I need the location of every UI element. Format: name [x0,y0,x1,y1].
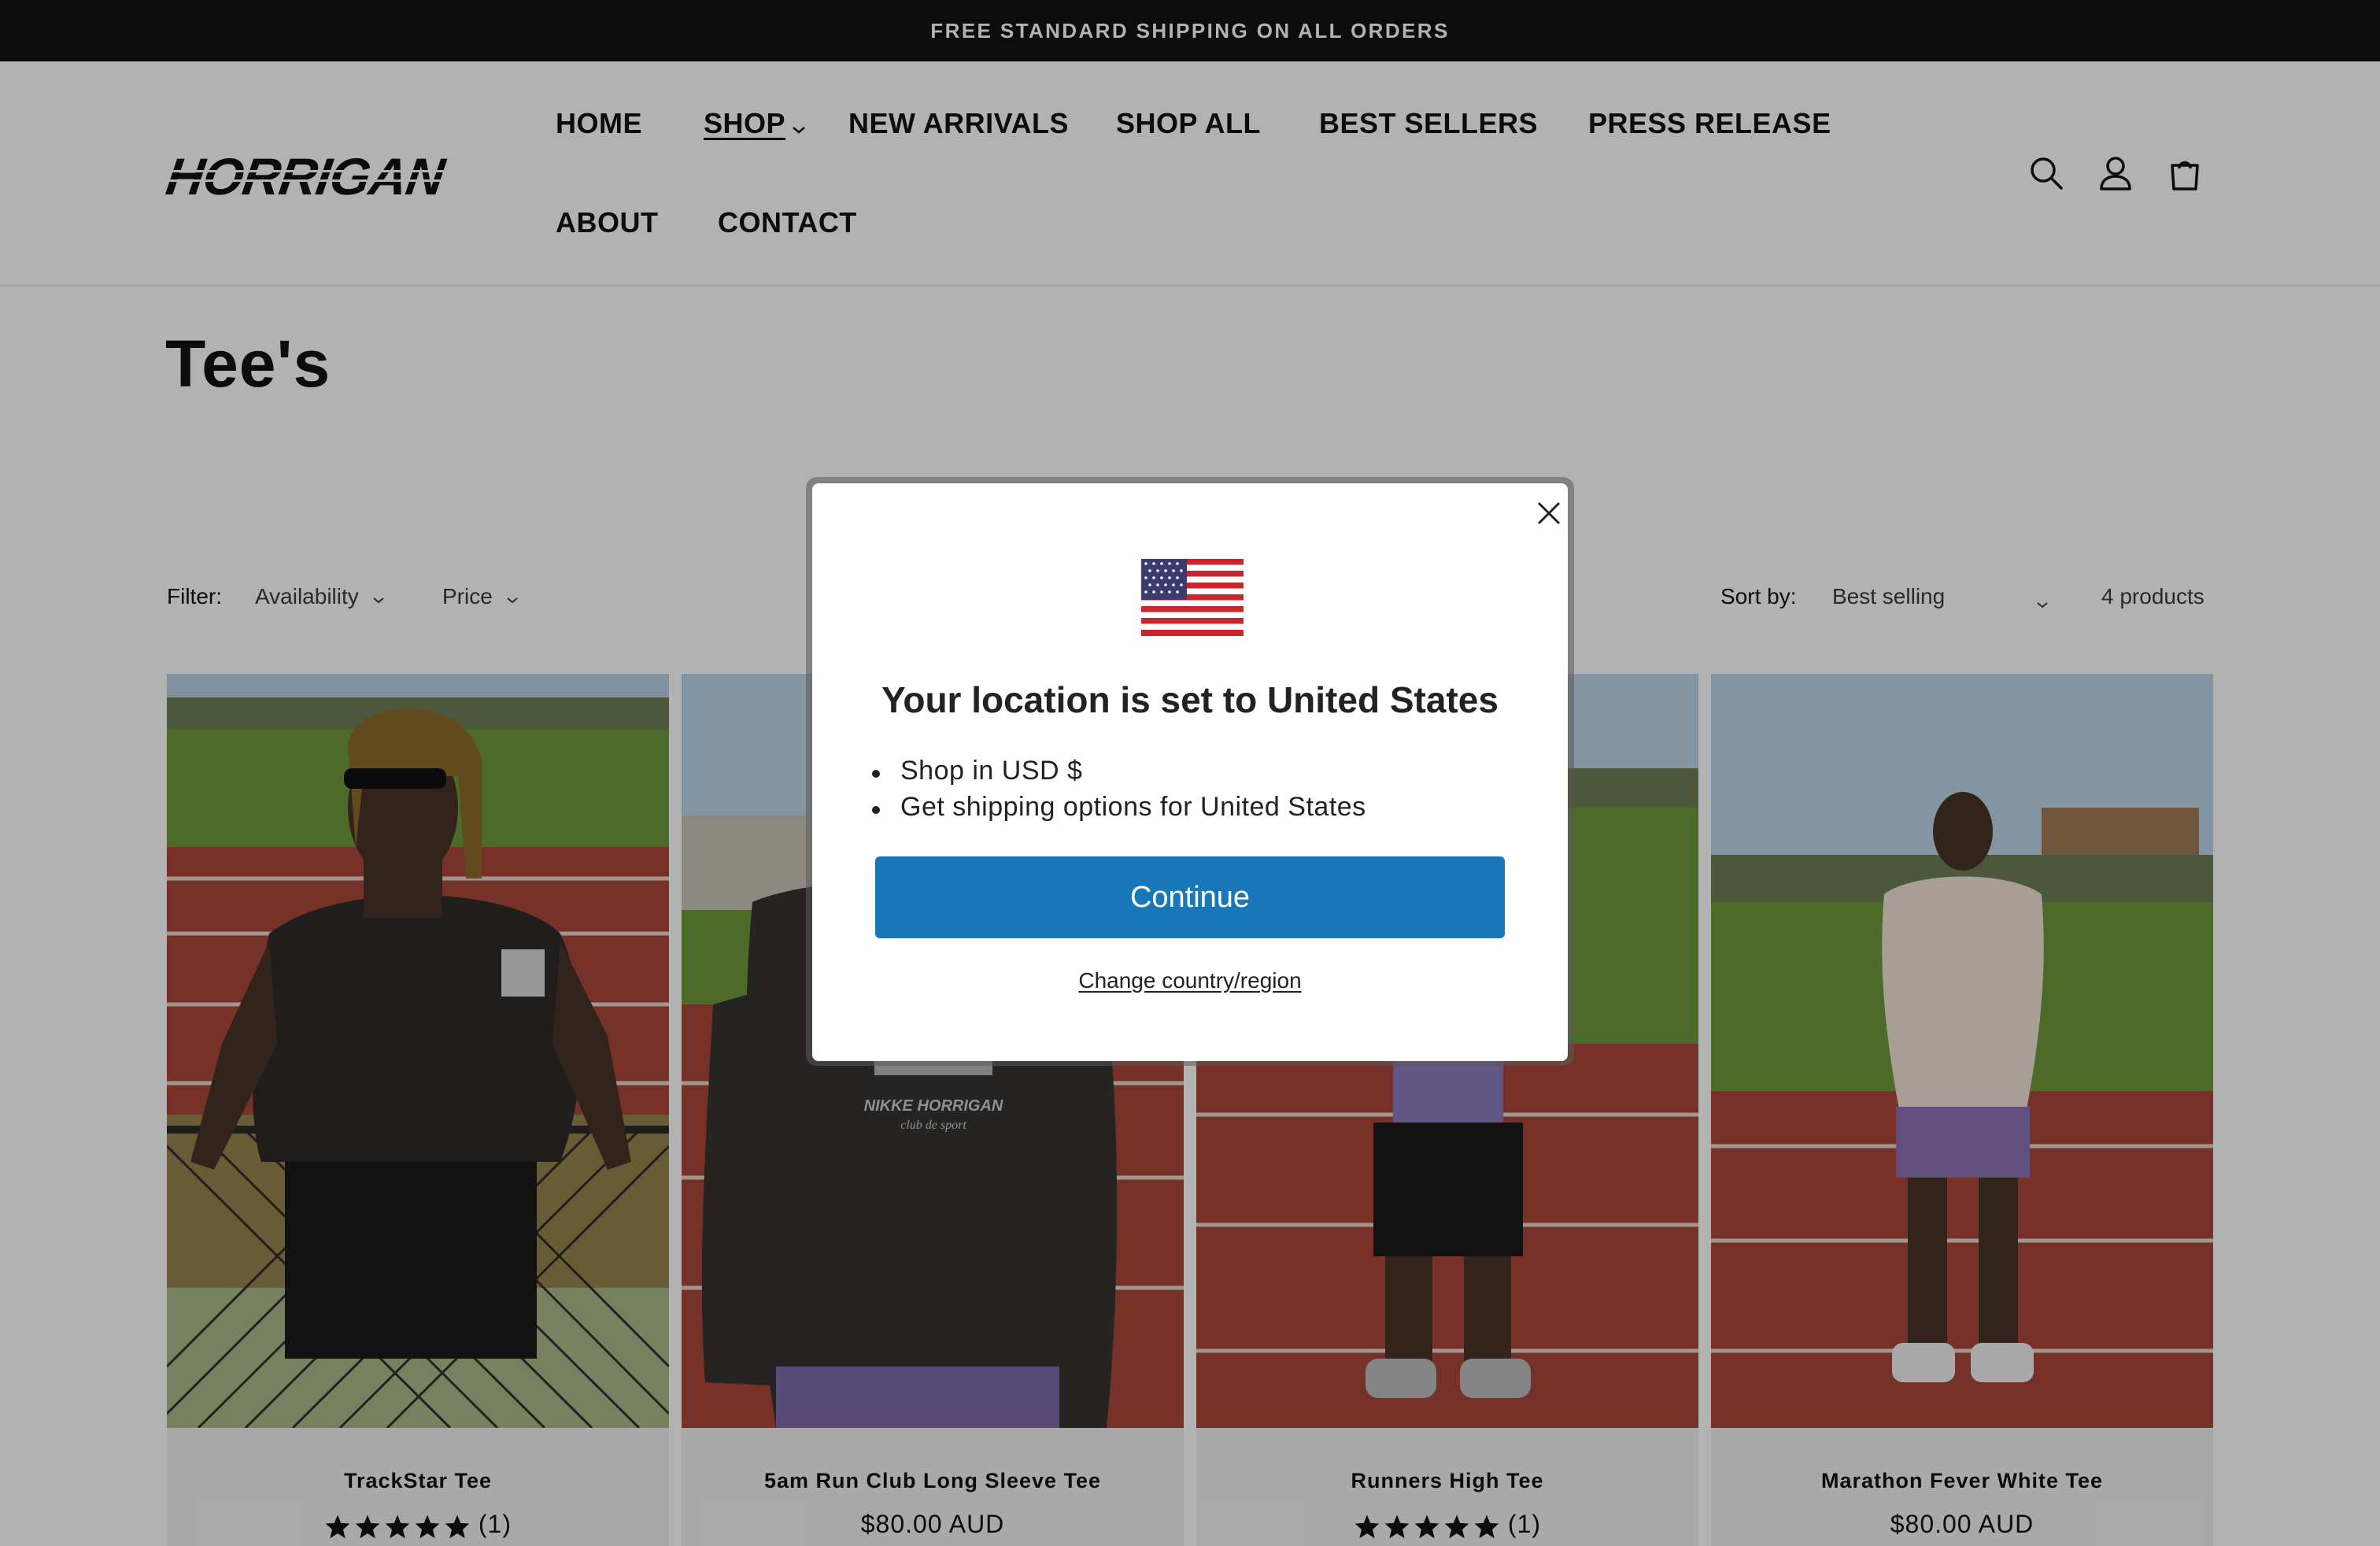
close-icon[interactable] [1535,499,1563,527]
modal-title: Your location is set to United States [881,679,1499,720]
change-country-link-text[interactable]: Change country/region [1078,968,1301,993]
change-country-link: Change country/region [0,968,2380,993]
us-flag-icon [1141,559,1244,636]
modal-bullet: Shop in USD $ [872,756,1366,792]
modal-bullet: Get shipping options for United States [872,792,1366,828]
modal-bullets: Shop in USD $ Get shipping options for U… [872,756,1366,828]
continue-button[interactable]: Continue [875,856,1505,938]
